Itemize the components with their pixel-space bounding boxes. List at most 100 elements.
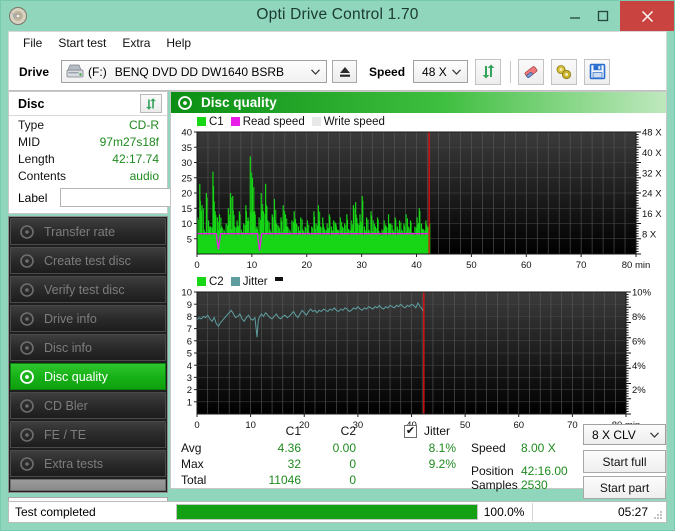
disc-label-row: Label: [9, 187, 261, 208]
sidebar-item-transfer-rate[interactable]: Transfer rate: [10, 218, 166, 245]
eject-button[interactable]: [332, 60, 358, 83]
tools-button[interactable]: [551, 58, 578, 85]
legend-label-write-speed: Write speed: [323, 115, 385, 128]
samples-stat-label: Samples: [471, 478, 518, 492]
menu-item-start-test[interactable]: Start test: [50, 34, 114, 52]
c2-jitter-chart: 123456789102%4%6%8%10%01020304050607080 …: [171, 288, 666, 434]
sidebar-label: Transfer rate: [44, 224, 116, 239]
progress-bar: [175, 504, 478, 520]
drive-select[interactable]: (F:) BENQ DVD DD DW1640 BSRB: [61, 60, 328, 83]
svg-text:8 X: 8 X: [642, 229, 657, 240]
svg-text:15: 15: [181, 204, 192, 215]
svg-text:10: 10: [247, 260, 258, 271]
disc-icon: [19, 311, 35, 327]
elapsed-time: 05:27: [617, 505, 648, 519]
disc-key-contents: Contents: [18, 169, 67, 183]
sidebar-item-cd-bler[interactable]: CD Bler: [10, 392, 166, 419]
start-full-button[interactable]: Start full: [583, 450, 666, 473]
status-message: Test completed: [15, 505, 96, 519]
menu-item-help[interactable]: Help: [158, 34, 199, 52]
disc-row-length: Length 42:17.74: [9, 151, 167, 167]
svg-text:5: 5: [187, 349, 192, 360]
disc-label-caption: Label: [18, 190, 48, 205]
speed-value: 48 X: [422, 64, 447, 79]
start-part-button[interactable]: Start part: [583, 476, 666, 499]
speed-select[interactable]: 48 X: [413, 60, 469, 83]
sidebar-item-disc-quality[interactable]: Disc quality: [10, 363, 166, 390]
disc-key-length: Length: [18, 152, 55, 166]
disc-icon: [19, 369, 35, 385]
minimize-button[interactable]: [560, 1, 590, 31]
legend-swatch-read-speed: [230, 117, 240, 126]
disc-icon: [178, 95, 192, 110]
svg-text:24 X: 24 X: [642, 189, 662, 200]
legend-swatch-c2: [197, 277, 206, 286]
legend-swatch-jitter: [230, 277, 240, 286]
sidebar-item-create-test-disc[interactable]: Create test disc: [10, 247, 166, 274]
refresh-button[interactable]: [475, 58, 502, 85]
disc-panel-title: Disc: [18, 96, 45, 111]
close-button[interactable]: [620, 1, 674, 31]
disc-icon: [19, 427, 35, 443]
statistics-block: C1 C2 ✔ Jitter Avg Max Total 4.36 32 110…: [171, 424, 666, 499]
sidebar-label: Disc quality: [44, 369, 108, 384]
app-window: Opti Drive Control 1.70 File Start test …: [0, 0, 675, 531]
disc-icon: [19, 340, 35, 356]
position-stat-label: Position: [471, 464, 514, 478]
disc-value-type: CD-R: [129, 118, 159, 132]
chevron-down-icon: [311, 68, 320, 75]
stats-row-total: Total: [181, 473, 207, 487]
stats-c1-total: 11046: [268, 473, 301, 487]
sidebar-item-disc-info[interactable]: Disc info: [10, 334, 166, 361]
jitter-checkbox[interactable]: ✔: [404, 425, 417, 438]
c2-chart-canvas: 123456789102%4%6%8%10%01020304050607080 …: [181, 288, 651, 431]
c1-chart-canvas: 5 10 15 20 25 30 35 40 8 X 16 X 24 X 32 X 40 X 48 X 0 1…: [181, 128, 662, 271]
menu-item-file[interactable]: File: [15, 34, 50, 52]
c1-chart-legend: C1 Read speed Write speed: [171, 115, 666, 128]
sidebar-item-verify-test-disc[interactable]: Verify test disc: [10, 276, 166, 303]
write-strategy-select[interactable]: 8 X CLV: [583, 424, 666, 445]
svg-text:35: 35: [181, 143, 192, 154]
sidebar-label: Drive info: [44, 311, 97, 326]
svg-text:8%: 8%: [632, 312, 646, 323]
sidebar-item-drive-info[interactable]: Drive info: [10, 305, 166, 332]
maximize-button[interactable]: [588, 1, 618, 31]
chevron-down-icon: [650, 431, 659, 438]
main-panel-header: Disc quality: [171, 92, 666, 113]
menu-bar: File Start test Extra Help: [8, 31, 667, 53]
legend-extra-marker: [274, 276, 283, 281]
drive-letter: (F:): [88, 64, 107, 79]
stats-header-c1: C1: [285, 424, 301, 438]
toolbar: Drive (F:) BENQ DVD DD DW1640 BSRB Speed…: [8, 53, 667, 91]
progress-bar-fill: [176, 505, 477, 519]
svg-text:32 X: 32 X: [642, 168, 662, 179]
save-button[interactable]: [584, 58, 611, 85]
menu-item-extra[interactable]: Extra: [114, 34, 158, 52]
svg-text:30: 30: [356, 260, 367, 271]
disc-row-mid: MID 97m27s18f: [9, 134, 167, 150]
stats-c2-max: 0: [349, 457, 356, 471]
svg-text:1: 1: [187, 397, 192, 408]
erase-button[interactable]: [518, 58, 545, 85]
speed-stat-value: 8.00 X: [521, 441, 556, 455]
svg-text:7: 7: [187, 324, 192, 335]
resize-grip[interactable]: [653, 510, 663, 520]
sidebar-item-fe-te[interactable]: FE / TE: [10, 421, 166, 448]
title-bar: Opti Drive Control 1.70: [1, 1, 674, 31]
disc-refresh-button[interactable]: [140, 94, 162, 113]
main-panel-title: Disc quality: [201, 95, 277, 110]
disc-icon: [19, 224, 35, 240]
c1-read-speed-chart: 5 10 15 20 25 30 35 40 8 X 16 X 24 X 32 X 40 X 48 X 0 1…: [171, 128, 666, 274]
svg-text:10: 10: [181, 288, 192, 299]
refresh-icon: [480, 63, 497, 80]
disc-panel-header: Disc: [9, 92, 167, 116]
disc-value-mid: 97m27s18f: [99, 135, 159, 149]
svg-text:6%: 6%: [632, 336, 646, 347]
legend-label-jitter: Jitter: [242, 275, 268, 288]
sidebar-item-extra-tests[interactable]: Extra tests: [10, 450, 166, 477]
samples-stat-value: 2530: [521, 478, 548, 492]
refresh-icon: [144, 97, 158, 111]
progress-percent: 100.0%: [483, 505, 525, 519]
sidebar-label: Extra tests: [44, 456, 104, 471]
jitter-label: Jitter: [424, 424, 451, 438]
